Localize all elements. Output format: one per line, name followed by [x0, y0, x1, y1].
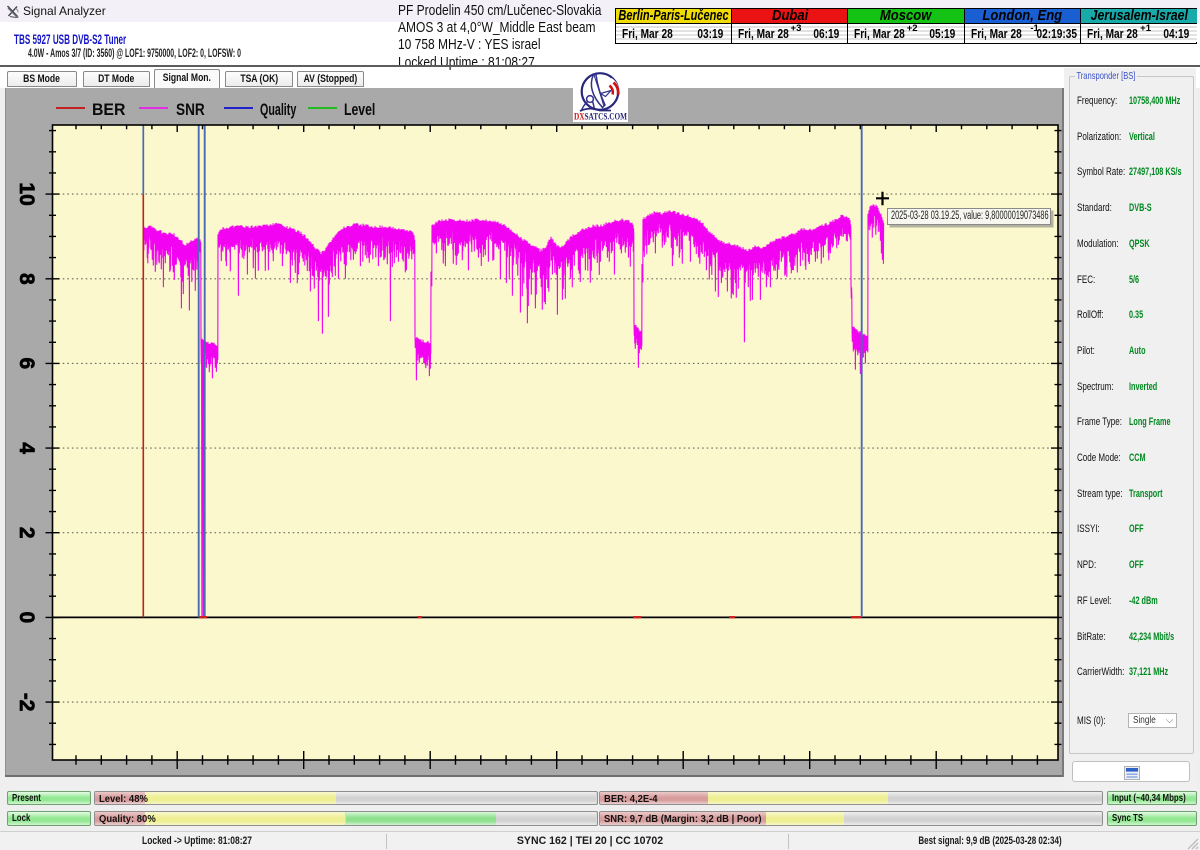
svg-text:8: 8	[15, 273, 38, 285]
svg-text:2: 2	[15, 527, 38, 539]
svg-text:6: 6	[15, 358, 38, 370]
svg-text:10: 10	[15, 182, 38, 205]
svg-text:4: 4	[15, 442, 38, 454]
svg-text:-2: -2	[15, 693, 38, 712]
svg-text:0: 0	[15, 612, 38, 624]
svg-text:DXSATCS.COM: DXSATCS.COM	[574, 113, 627, 123]
